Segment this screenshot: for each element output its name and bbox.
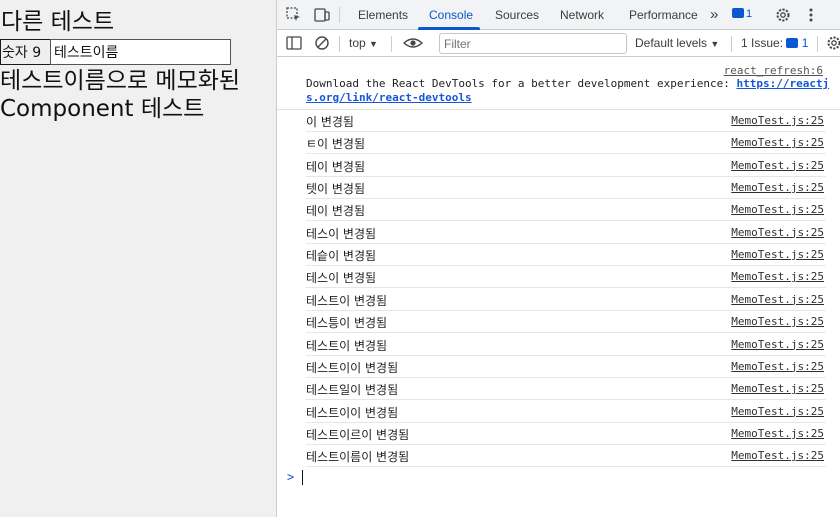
console-log-row: 테스트이르이 변경됨 MemoTest.js:25 xyxy=(306,423,826,445)
context-select-label: top xyxy=(349,36,366,50)
messages-icon xyxy=(732,8,744,18)
inspect-element-icon[interactable] xyxy=(285,6,303,24)
console-toolbar: top ▼ Default levels ▼ 1 Issue: 1 xyxy=(277,30,840,57)
console-prompt-icon: > xyxy=(287,470,295,484)
console-log-row: ㅌ이 변경됨 MemoTest.js:25 xyxy=(306,132,826,155)
log-source-link[interactable]: MemoTest.js:25 xyxy=(731,315,824,328)
log-levels-label: Default levels xyxy=(635,36,708,50)
log-message: 테스틍이 변경됨 xyxy=(306,316,388,331)
react-devtools-message: react_refresh:6 Download the React DevTo… xyxy=(277,62,840,110)
log-message: 테스트이이 변경됨 xyxy=(306,360,399,375)
log-source-link[interactable]: MemoTest.js:25 xyxy=(731,382,824,395)
console-settings-icon[interactable] xyxy=(825,34,840,52)
log-source-link[interactable]: MemoTest.js:25 xyxy=(731,427,824,440)
log-source-link[interactable]: MemoTest.js:25 xyxy=(731,338,824,351)
memoized-component-text: 테스트이름으로 메모화된 Component 테스트 xyxy=(0,68,241,122)
tab-network[interactable]: Network xyxy=(560,0,604,30)
log-source-link[interactable]: MemoTest.js:25 xyxy=(731,203,824,216)
live-expression-eye-icon[interactable] xyxy=(402,35,424,53)
tab-performance[interactable]: Performance xyxy=(629,0,698,30)
log-levels-select[interactable]: Default levels ▼ xyxy=(635,30,719,57)
log-source-link[interactable]: MemoTest.js:25 xyxy=(731,136,824,149)
issues-label: 1 Issue: xyxy=(741,36,784,50)
messages-count: 1 xyxy=(746,8,753,20)
name-input[interactable] xyxy=(50,39,231,65)
console-filter-input[interactable] xyxy=(439,33,627,54)
tab-sources[interactable]: Sources xyxy=(495,0,539,30)
toolbar-divider xyxy=(339,7,340,23)
console-log-row: 테스트일이 변경됨 MemoTest.js:25 xyxy=(306,378,826,401)
log-source-link[interactable]: MemoTest.js:25 xyxy=(731,270,824,283)
sidebar-toggle-icon[interactable] xyxy=(285,34,303,52)
issues-chip-icon xyxy=(786,38,799,48)
log-source-link[interactable]: MemoTest.js:25 xyxy=(731,159,824,172)
log-message: 이 변경됨 xyxy=(306,115,354,129)
console-output: react_refresh:6 Download the React DevTo… xyxy=(277,58,840,517)
log-source-link[interactable]: MemoTest.js:25 xyxy=(731,449,824,462)
console-log-row: 테스트이이 변경됨 MemoTest.js:25 xyxy=(306,356,826,378)
log-source-link[interactable]: MemoTest.js:25 xyxy=(731,248,824,261)
console-log-row: 테스이 변경됨 MemoTest.js:25 xyxy=(306,222,826,244)
log-message: 테이 변경됨 xyxy=(306,204,366,219)
console-log-row: 텟이 변경됨 MemoTest.js:25 xyxy=(306,177,826,200)
issues-count: 1 xyxy=(801,36,809,50)
log-message: 텟이 변경됨 xyxy=(306,182,366,197)
console-log-row: 테스틍이 변경됨 MemoTest.js:25 xyxy=(306,311,826,334)
log-message: 테스트일이 변경됨 xyxy=(306,383,399,398)
log-message: ㅌ이 변경됨 xyxy=(306,137,366,152)
console-log-row: 이 변경됨 MemoTest.js:25 xyxy=(306,110,826,132)
log-message: 테스트이름이 변경됨 xyxy=(306,450,410,465)
log-source-link[interactable]: MemoTest.js:25 xyxy=(731,360,824,373)
toolbar-divider xyxy=(391,36,392,52)
settings-icon[interactable] xyxy=(774,6,792,24)
log-message: 테스트이 변경됨 xyxy=(306,293,388,308)
clear-console-icon[interactable] xyxy=(313,34,331,52)
log-message: 테이 변경됨 xyxy=(306,159,366,174)
log-source-link[interactable]: MemoTest.js:25 xyxy=(731,114,824,127)
toolbar-divider xyxy=(339,36,340,52)
app-pane: 다른 테스트 숫자 9 테스트이름으로 메모화된 Component 테스트 xyxy=(0,0,276,517)
console-log-row: 테스트이 변경됨 MemoTest.js:25 xyxy=(306,334,826,356)
log-message: 테슽이 변경됨 xyxy=(306,249,377,264)
tab-elements[interactable]: Elements xyxy=(358,0,408,30)
console-log-row: 테스이 변경됨 MemoTest.js:25 xyxy=(306,266,826,289)
number-button[interactable]: 숫자 9 xyxy=(0,39,51,65)
react-devtools-message-text: Download the React DevTools for a better… xyxy=(306,77,737,90)
log-source-link[interactable]: MemoTest.js:25 xyxy=(731,181,824,194)
console-log-row: 테스트이름이 변경됨 MemoTest.js:25 xyxy=(306,445,826,468)
console-log-row: 테슽이 변경됨 MemoTest.js:25 xyxy=(306,244,826,267)
chevron-down-icon: ▼ xyxy=(710,39,720,49)
toolbar-divider xyxy=(817,36,818,52)
devtools-tab-bar: Elements Console Sources Network Perform… xyxy=(277,0,840,30)
console-input-caret[interactable] xyxy=(302,470,303,485)
log-message: 테스이 변경됨 xyxy=(306,271,377,286)
react-devtools-text: Download the React DevTools for a better… xyxy=(306,77,836,105)
console-log-row: 테스트이 변경됨 MemoTest.js:25 xyxy=(306,289,826,311)
page-heading: 다른 테스트 xyxy=(1,9,115,35)
issues-button[interactable]: 1 Issue: 1 xyxy=(741,30,808,57)
log-message: 테스트이이 변경됨 xyxy=(306,405,399,420)
more-tabs-button[interactable]: » xyxy=(710,0,718,30)
tab-console[interactable]: Console xyxy=(429,0,473,30)
devtools-panel: Elements Console Sources Network Perform… xyxy=(276,0,840,517)
log-message: 테스이 변경됨 xyxy=(306,226,377,241)
console-log-row: 테스트이이 변경됨 MemoTest.js:25 xyxy=(306,401,826,423)
log-source-link[interactable]: MemoTest.js:25 xyxy=(731,293,824,306)
console-log-row: 테이 변경됨 MemoTest.js:25 xyxy=(306,155,826,177)
log-message: 테스트이르이 변경됨 xyxy=(306,427,410,442)
toolbar-divider xyxy=(731,36,732,52)
context-select[interactable]: top ▼ xyxy=(349,30,378,57)
kebab-menu-icon[interactable] xyxy=(802,6,820,24)
message-source-link[interactable]: react_refresh:6 xyxy=(724,64,823,77)
log-source-link[interactable]: MemoTest.js:25 xyxy=(731,405,824,418)
chevron-down-icon: ▼ xyxy=(369,39,378,49)
device-toolbar-icon[interactable] xyxy=(313,6,331,24)
log-message: 테스트이 변경됨 xyxy=(306,338,388,353)
log-source-link[interactable]: MemoTest.js:25 xyxy=(731,226,824,239)
console-log-row: 테이 변경됨 MemoTest.js:25 xyxy=(306,199,826,222)
messages-badge[interactable]: 1 xyxy=(732,8,752,24)
